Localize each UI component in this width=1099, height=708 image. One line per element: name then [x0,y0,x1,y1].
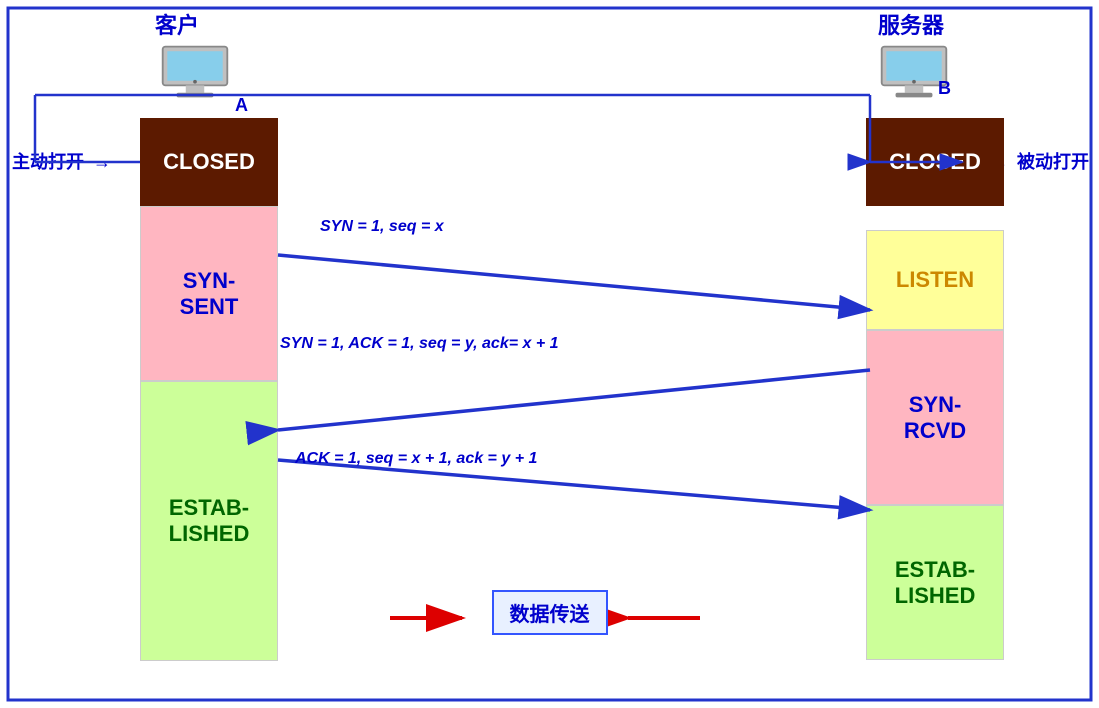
client-label: 客户 [155,8,199,40]
client-a-label: A [235,95,248,116]
client-syn-sent-state: SYN-SENT [140,206,278,381]
server-closed-state: CLOSED [866,118,1004,206]
server-listen-state: LISTEN [866,230,1004,330]
passive-open-label: ← 被动打开 [990,148,1089,174]
server-syn-rcvd-state: SYN-RCVD [866,330,1004,505]
server-established-state: ESTAB-LISHED [866,505,1004,660]
server-label: 服务器 [878,8,944,40]
msg3-label: ACK = 1, seq = x + 1, ack = y + 1 [295,450,537,468]
tcp-handshake-diagram: 客户 服务器 A B 主动打开 → ← 被动打开 CLOSED CLOSED S… [0,0,1099,708]
client-established-state: ESTAB-LISHED [140,381,278,661]
client-computer-icon [155,42,235,102]
msg2-label: SYN = 1, ACK = 1, seq = y, ack= x + 1 [280,335,559,353]
server-b-label: B [938,78,951,99]
msg1-label: SYN = 1, seq = x [320,218,444,236]
active-open-label: 主动打开 → [12,148,111,174]
data-transfer-box: 数据传送 [492,590,608,635]
client-closed-state: CLOSED [140,118,278,206]
